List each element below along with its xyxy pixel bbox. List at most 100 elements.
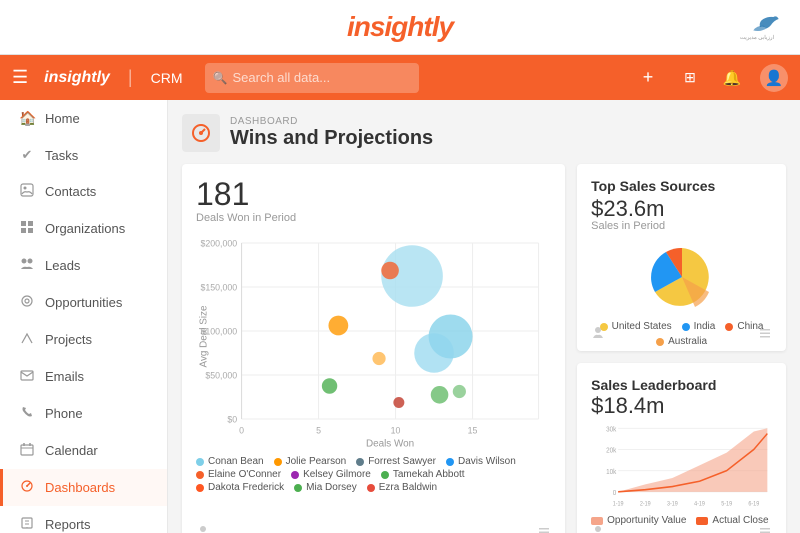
pie-chart xyxy=(637,240,727,315)
sidebar-item-opportunities[interactable]: Opportunities xyxy=(0,284,167,321)
svg-text:1-19: 1-19 xyxy=(613,501,624,507)
top-sales-amount: $23.6m xyxy=(591,198,772,220)
legend-item-ezra: Ezra Baldwin xyxy=(367,482,437,493)
top-sales-footer xyxy=(591,326,772,343)
svg-text:20k: 20k xyxy=(606,447,617,455)
leaderboard-amount: $18.4m xyxy=(591,395,772,417)
legend-item-jolie: Jolie Pearson xyxy=(274,456,347,467)
phone-icon xyxy=(19,405,35,422)
legend-item-kelsey: Kelsey Gilmore xyxy=(291,469,371,480)
leaderboard-chart-area: 30k 20k 10k 0 1-19 2-19 3-19 xyxy=(591,423,772,513)
legend-item-tamekah: Tamekah Abbott xyxy=(381,469,465,480)
legend-item-conan: Conan Bean xyxy=(196,456,264,467)
svg-text:Deals Won: Deals Won xyxy=(366,439,414,450)
sidebar: 🏠 Home ✔ Tasks Contacts Organizations Le… xyxy=(0,100,168,533)
projects-icon xyxy=(19,331,35,348)
dashboard-header: DASHBOARD Wins and Projections xyxy=(182,114,786,152)
opportunities-icon xyxy=(19,294,35,311)
sidebar-item-tasks[interactable]: ✔ Tasks xyxy=(0,137,167,173)
sidebar-item-leads[interactable]: Leads xyxy=(0,247,167,284)
dashboard-title-block: DASHBOARD Wins and Projections xyxy=(230,116,433,150)
right-cards: Top Sales Sources $23.6m Sales in Period xyxy=(577,164,786,533)
svg-text:10: 10 xyxy=(391,425,401,435)
sidebar-item-home[interactable]: 🏠 Home xyxy=(0,100,167,137)
organizations-icon xyxy=(19,220,35,237)
contacts-icon xyxy=(19,183,35,200)
grid-button[interactable]: ⊞ xyxy=(676,64,704,92)
main-chart-card: 181 Deals Won in Period xyxy=(182,164,565,533)
scatter-legend: Conan Bean Jolie Pearson Forrest Sawyer … xyxy=(196,456,551,493)
footer-list-icon-3 xyxy=(758,525,772,533)
sidebar-item-organizations[interactable]: Organizations xyxy=(0,210,167,247)
top-sales-title: Top Sales Sources xyxy=(591,178,772,194)
tasks-icon: ✔ xyxy=(19,147,35,163)
svg-text:15: 15 xyxy=(468,425,478,435)
svg-text:5-19: 5-19 xyxy=(721,501,732,507)
svg-text:0: 0 xyxy=(613,490,617,498)
dashboard-icon-box xyxy=(182,114,220,152)
nav-logo: insightly xyxy=(44,69,110,87)
svg-text:2-19: 2-19 xyxy=(640,501,651,507)
search-wrapper: 🔍 xyxy=(205,63,525,93)
sidebar-item-projects[interactable]: Projects xyxy=(0,321,167,358)
home-icon: 🏠 xyxy=(19,110,35,127)
top-sales-card: Top Sales Sources $23.6m Sales in Period xyxy=(577,164,786,351)
hamburger-icon[interactable]: ☰ xyxy=(12,67,28,88)
reports-icon xyxy=(19,516,35,533)
bell-button[interactable]: 🔔 xyxy=(718,64,746,92)
leaderboard-card: Sales Leaderboard $18.4m 30k 20k xyxy=(577,363,786,533)
scatter-chart: $200,000 $150,000 $100,000 $50,000 $0 0 … xyxy=(196,232,551,452)
brand-right: ارزیابی مدیریت xyxy=(740,12,780,42)
nav-bar: ☰ insightly | CRM 🔍 + ⊞ 🔔 👤 xyxy=(0,55,800,100)
scatter-area: $200,000 $150,000 $100,000 $50,000 $0 0 … xyxy=(196,232,551,452)
svg-text:10k: 10k xyxy=(606,468,617,476)
svg-text:30k: 30k xyxy=(606,426,617,434)
svg-text:3-19: 3-19 xyxy=(667,501,678,507)
nav-divider: | xyxy=(128,67,133,88)
legend-item-elaine: Elaine O'Conner xyxy=(196,469,281,480)
content-area: DASHBOARD Wins and Projections 181 Deals… xyxy=(168,100,800,533)
leaderboard-chart: 30k 20k 10k 0 1-19 2-19 3-19 xyxy=(591,423,772,513)
svg-text:$0: $0 xyxy=(227,414,237,424)
emails-icon xyxy=(19,368,35,385)
svg-text:$50,000: $50,000 xyxy=(205,370,237,380)
breadcrumb: DASHBOARD xyxy=(230,116,433,127)
chart-icon xyxy=(190,122,212,144)
footer-user-icon-3 xyxy=(591,525,605,533)
sidebar-item-emails[interactable]: Emails xyxy=(0,358,167,395)
sidebar-item-dashboards[interactable]: Dashboards xyxy=(0,469,167,506)
legend-item-dakota: Dakota Frederick xyxy=(196,482,284,493)
nav-actions: + ⊞ 🔔 👤 xyxy=(634,64,788,92)
search-icon: 🔍 xyxy=(213,71,228,85)
svg-text:Avg Deal Size: Avg Deal Size xyxy=(198,305,209,367)
svg-text:ارزیابی مدیریت: ارزیابی مدیریت xyxy=(740,35,774,41)
top-logo: insightly xyxy=(347,11,453,43)
legend-item-mia: Mia Dorsey xyxy=(294,482,357,493)
footer-list-icon-2 xyxy=(758,326,772,343)
legend-item-forrest: Forrest Sawyer xyxy=(356,456,436,467)
leaderboard-footer xyxy=(591,525,772,533)
leads-icon xyxy=(19,257,35,274)
svg-text:$200,000: $200,000 xyxy=(200,238,237,248)
deals-won-label: Deals Won in Period xyxy=(196,212,551,224)
sidebar-item-contacts[interactable]: Contacts xyxy=(0,173,167,210)
page-title: Wins and Projections xyxy=(230,127,433,150)
svg-text:0: 0 xyxy=(239,425,244,435)
add-button[interactable]: + xyxy=(634,64,662,92)
sidebar-item-calendar[interactable]: Calendar xyxy=(0,432,167,469)
top-sales-subtitle: Sales in Period xyxy=(591,220,772,232)
dashboards-icon xyxy=(19,479,35,496)
deals-won-number: 181 xyxy=(196,178,551,210)
legend-item-davis: Davis Wilson xyxy=(446,456,516,467)
cards-row: 181 Deals Won in Period xyxy=(182,164,786,533)
user-button[interactable]: 👤 xyxy=(760,64,788,92)
branding-bar: insightly ارزیابی مدیریت xyxy=(0,0,800,55)
leaderboard-title: Sales Leaderboard xyxy=(591,377,772,393)
svg-text:4-19: 4-19 xyxy=(694,501,705,507)
sidebar-item-reports[interactable]: Reports xyxy=(0,506,167,533)
footer-user-icon-2 xyxy=(591,326,605,343)
calendar-icon xyxy=(19,442,35,459)
sidebar-item-phone[interactable]: Phone xyxy=(0,395,167,432)
search-input[interactable] xyxy=(205,63,419,93)
footer-list-icon xyxy=(537,525,551,533)
